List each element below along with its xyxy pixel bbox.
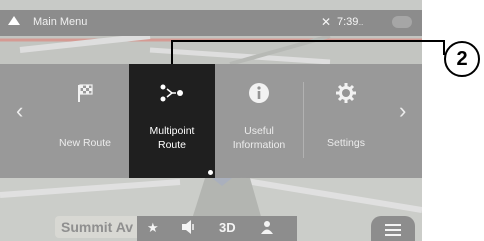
callout-number: 2 xyxy=(444,41,480,77)
callout-leader-line xyxy=(171,40,445,64)
